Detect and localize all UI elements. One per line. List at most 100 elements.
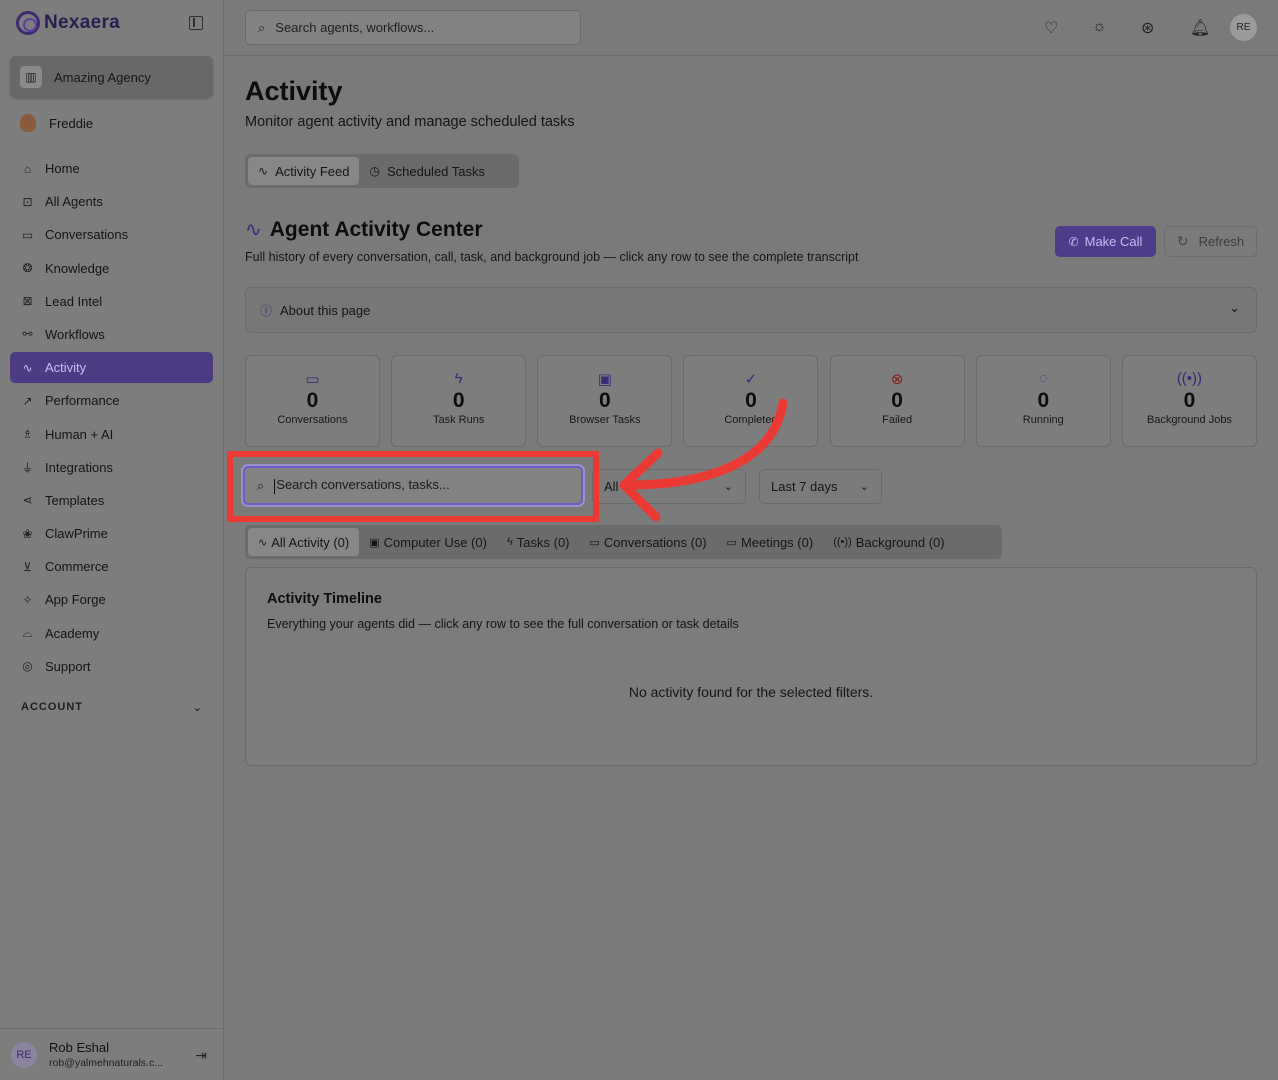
org-switcher[interactable]: ▥ Amazing Agency [10,56,213,98]
filter-tab-icon: ϟ [506,536,513,548]
account-section-toggle[interactable]: ACCOUNT ⌄ [21,701,203,714]
activity-filter-tabs: ∿ All Activity (0) ▣ Computer Use (0) ϟ Tasks… [245,525,1002,559]
logout-icon[interactable]: ⇥ [195,1047,207,1064]
sidebar-item-knowledge[interactable]: ❂ Knowledge [10,253,213,284]
sidebar-item-app-forge[interactable]: ✧ App Forge [10,584,213,615]
workflow-icon: ⚯ [22,327,33,342]
make-call-label: Make Call [1084,234,1143,249]
filter-tab-label: Computer Use (0) [383,534,487,550]
trending-icon: ↗ [22,393,33,408]
stat-card-running[interactable]: ◌ 0 Running [975,355,1111,447]
stat-value: 0 [1183,389,1196,412]
activity-timeline: Activity Timeline Everything your agents… [245,567,1257,766]
global-search-input[interactable]: ⌕ Search agents, workflows... [245,10,581,45]
sidebar-item-templates[interactable]: ⋖ Templates [10,485,213,516]
sidebar-item-label: App Forge [45,592,106,608]
bot-icon: ⊡ [22,194,33,209]
filter-tab-background[interactable]: ((•)) Background (0) [823,528,954,556]
page-subtitle: Monitor agent activity and manage schedu… [245,114,575,130]
filter-tab-all-activity[interactable]: ∿ All Activity (0) [248,528,360,556]
home-icon: ⌂ [23,161,32,176]
bell-icon[interactable]: 🔔︎ [1190,18,1210,38]
sidebar-item-activity[interactable]: ∿ Activity [10,352,213,384]
chevron-down-icon: ⌄ [859,481,869,493]
sidebar-item-performance[interactable]: ↗ Performance [10,385,213,416]
loader-icon: ◌ [1038,370,1048,387]
section-title-text: Agent Activity Center [269,217,483,241]
stat-value: 0 [1037,389,1050,412]
sidebar-item-academy[interactable]: ⌓ Academy [10,618,213,649]
sidebar: Nexaera ▥ Amazing Agency Freddie ⌂ Home ⊡ A… [0,0,224,1080]
refresh-button[interactable]: ↻ Refresh [1164,226,1257,257]
check-circle-icon: ✓ [744,371,758,388]
sidebar-item-commerce[interactable]: ⊻ Commerce [10,551,213,582]
make-call-button[interactable]: ✆ Make Call [1055,226,1156,257]
filter-tab-icon: ▭ [589,536,600,549]
sidebar-item-human-ai[interactable]: ♗ Human + AI [10,419,213,450]
user-name: Freddie [49,115,94,131]
message-icon: ▭ [305,371,320,388]
footer-user-email: rob@yalmehnaturals.c... [49,1057,163,1069]
brand[interactable]: Nexaera [16,10,120,36]
sidebar-item-integrations[interactable]: ⏚ Integrations [10,452,213,483]
sidebar-item-all-agents[interactable]: ⊡ All Agents [10,186,213,217]
sidebar-item-label: All Agents [45,194,103,210]
brand-logo-icon [16,11,40,35]
search-icon: ⌕ [258,19,266,35]
filter-tab-label: Meetings (0) [740,534,814,550]
sidebar-item-label: Lead Intel [45,293,103,309]
sidebar-item-home[interactable]: ⌂ Home [10,153,213,184]
stat-value: 0 [306,389,319,412]
tab-scheduled-tasks[interactable]: ◷ Scheduled Tasks [359,157,495,185]
user-avatar [20,114,36,132]
cart-icon: ⊻ [23,559,32,574]
stat-label: Task Runs [432,414,485,426]
heart-icon[interactable]: ♡ [1044,18,1058,38]
filter-tab-meetings[interactable]: ▭ Meetings (0) [717,528,824,556]
top-avatar[interactable]: RE [1230,14,1257,41]
stat-card-background-jobs[interactable]: ((•)) 0 Background Jobs [1121,355,1257,447]
stat-label: Failed [882,414,913,426]
footer-user-name: Rob Eshal [49,1040,109,1055]
stat-label: Background Jobs [1146,414,1232,426]
activity-search-input[interactable]: ⌕ Search conversations, tasks... [243,466,583,505]
org-name: Amazing Agency [54,69,151,85]
message-icon: ▭ [21,227,34,242]
chevron-down-icon: ⌄ [192,702,203,714]
filter-tab-computer-use[interactable]: ▣ Computer Use (0) [359,528,497,556]
stat-card-failed[interactable]: ⊗ 0 Failed [829,355,965,447]
stat-card-task-runs[interactable]: ϟ 0 Task Runs [391,355,527,447]
sidebar-item-label: Templates [45,492,105,508]
sidebar-item-support[interactable]: ◎ Support [10,651,213,682]
about-accordion[interactable]: ⓘ About this page ⌄ [245,287,1257,333]
refresh-label: Refresh [1198,234,1245,249]
monitor-icon: ▣ [597,371,612,388]
sun-icon[interactable]: ☼ [1092,18,1107,36]
sidebar-nav: ⌂ Home ⊡ All Agents ▭ Conversations ❂ Knowledge… [10,153,213,684]
sidebar-item-label: Commerce [45,559,109,575]
sidebar-item-clawprime[interactable]: ❀ ClawPrime [10,518,213,549]
lifebuoy-icon[interactable]: ⊛ [1141,18,1154,38]
sidebar-item-lead-intel[interactable]: ⊠ Lead Intel [10,286,213,317]
filter-tab-label: Tasks (0) [516,534,570,550]
sidebar-item-workflows[interactable]: ⚯ Workflows [10,319,213,350]
filter-tab-label: All Activity (0) [271,534,350,550]
stat-label: Conversations [277,414,348,426]
sidebar-item-label: Workflows [45,326,105,342]
sidebar-item-conversations[interactable]: ▭ Conversations [10,219,213,250]
help-icon: ◎ [22,659,33,674]
stat-card-conversations[interactable]: ▭ 0 Conversations [245,355,380,447]
brain-icon: ❂ [22,261,33,276]
sidebar-collapse-icon[interactable] [189,16,203,30]
activity-icon: ∿ [245,219,262,241]
filter-tab-conversations[interactable]: ▭ Conversations (0) [580,528,717,556]
filter-tab-tasks[interactable]: ϟ Tasks (0) [497,528,580,556]
about-label: About this page [280,302,371,318]
stat-value: 0 [891,389,903,412]
filter-tab-icon: ▣ [369,536,380,549]
x-circle-icon: ⊗ [890,371,904,388]
tab-activity-feed[interactable]: ∿ Activity Feed [248,157,360,185]
user-profile[interactable]: Freddie [20,114,93,132]
paw-icon: ❀ [22,526,33,541]
section-subtitle: Full history of every conversation, call… [245,250,859,264]
